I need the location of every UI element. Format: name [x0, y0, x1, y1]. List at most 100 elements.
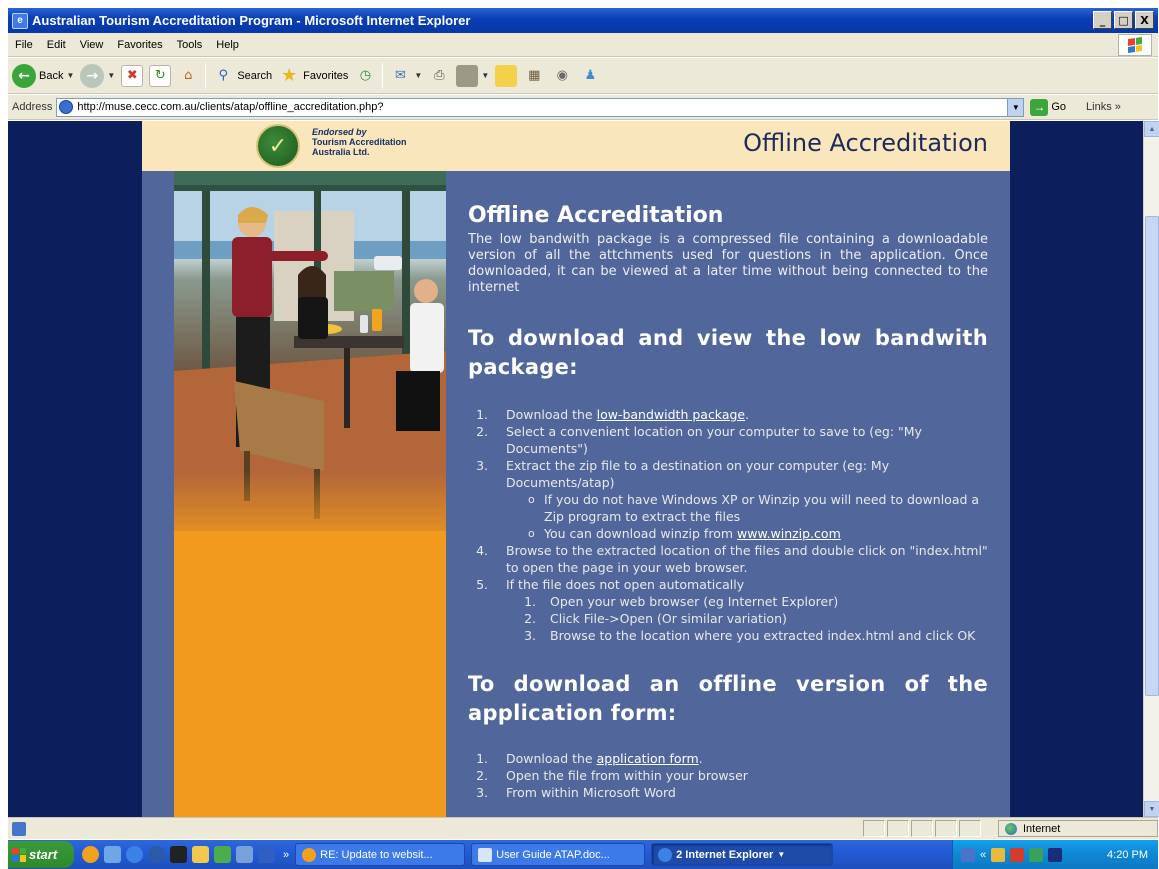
quicklaunch-word-icon[interactable] [258, 846, 275, 863]
sub-list-item: You can download winzip from www.winzip.… [528, 525, 988, 542]
quicklaunch-overflow-icon[interactable]: » [283, 849, 289, 861]
tray-collapse-icon[interactable]: « [980, 849, 986, 861]
left-margin-panel [142, 171, 174, 817]
address-input[interactable]: http://muse.cecc.com.au/clients/atap/off… [56, 97, 1025, 117]
window-controls: _ □ X [1093, 11, 1154, 29]
scroll-up-icon[interactable]: ▲ [1144, 121, 1159, 137]
edit-icon [456, 64, 479, 87]
quicklaunch-desktop-icon[interactable] [104, 846, 121, 863]
task-outlook[interactable]: RE: Update to websit... [295, 843, 466, 866]
menu-help[interactable]: Help [209, 39, 246, 51]
edit-dropdown-icon[interactable]: ▼ [481, 71, 489, 80]
address-bar: Address http://muse.cecc.com.au/clients/… [8, 95, 1158, 120]
list-item: Browse to the extracted location of the … [492, 542, 988, 576]
history-icon[interactable]: ◷ [354, 65, 376, 87]
windows-logo-icon [1118, 34, 1152, 56]
photo-fade [174, 471, 446, 531]
start-button[interactable]: start [8, 841, 74, 868]
low-bandwidth-steps: Download the low-bandwidth package. Sele… [492, 406, 988, 644]
quicklaunch-app-icon[interactable] [82, 846, 99, 863]
forward-dropdown-icon[interactable]: ▼ [107, 71, 115, 80]
task-word[interactable]: User Guide ATAP.doc... [471, 843, 646, 866]
status-panel [935, 820, 957, 837]
close-button[interactable]: X [1135, 11, 1154, 29]
vertical-scrollbar[interactable]: ▲ ▼ [1143, 121, 1159, 817]
sub-list-item: Browse to the location where you extract… [540, 627, 988, 644]
sub-list: If you do not have Windows XP or Winzip … [528, 491, 988, 542]
toolbar-separator [382, 62, 384, 89]
quicklaunch-tool-icon[interactable] [236, 846, 253, 863]
tray-app-icon[interactable] [991, 847, 1006, 862]
search-label: Search [237, 69, 273, 82]
quicklaunch-console-icon[interactable] [170, 846, 187, 863]
people-icon[interactable]: ♟ [579, 65, 601, 87]
status-panel [911, 820, 933, 837]
print-icon[interactable]: ⎙ [428, 65, 450, 87]
mail-button[interactable]: ✉ ▼ [389, 65, 422, 87]
scrollbar-thumb[interactable] [1145, 216, 1159, 696]
quicklaunch-folder-icon[interactable] [192, 846, 209, 863]
section-heading-application-form: To download an offline version of the ap… [468, 672, 988, 725]
search-icon: ⚲ [218, 68, 229, 83]
task-internet-explorer[interactable]: 2 Internet Explorer ▼ [651, 843, 834, 866]
tray-network-icon[interactable] [1029, 847, 1044, 862]
endorsed-by: Endorsed by [312, 127, 367, 137]
main-content: Offline Accreditation The low bandwith p… [446, 171, 1010, 817]
application-form-link[interactable]: application form [597, 751, 699, 766]
back-arrow-icon: ← [12, 63, 36, 88]
tray-display-icon[interactable] [1048, 847, 1063, 862]
maximize-button[interactable]: □ [1114, 11, 1133, 29]
quicklaunch-excel-icon[interactable] [214, 846, 231, 863]
menu-favorites[interactable]: Favorites [110, 39, 169, 51]
menu-file[interactable]: File [8, 39, 40, 51]
address-dropdown-icon[interactable]: ▼ [1007, 98, 1024, 116]
winzip-link[interactable]: www.winzip.com [737, 526, 841, 541]
system-tray: « 4:20 PM [952, 840, 1158, 869]
forward-button[interactable]: → ▼ [80, 63, 115, 88]
favorites-star-icon: ★ [281, 65, 298, 86]
scroll-down-icon[interactable]: ▼ [1144, 801, 1159, 817]
step-text: If the file does not open automatically [506, 577, 745, 592]
menu-view[interactable]: View [73, 39, 111, 51]
status-panel [887, 820, 909, 837]
stop-icon[interactable]: ✖ [121, 64, 144, 87]
favorites-button[interactable]: ★ Favorites [278, 65, 348, 87]
list-item: Download the low-bandwidth package. [492, 406, 988, 423]
tray-security-icon[interactable] [1010, 847, 1025, 862]
header-title: Offline Accreditation [743, 129, 988, 157]
clock[interactable]: 4:20 PM [1107, 849, 1148, 861]
mail-icon: ✉ [394, 68, 406, 83]
menu-tools[interactable]: Tools [170, 39, 210, 51]
list-item: Select a convenient location on your com… [492, 423, 988, 457]
refresh-icon[interactable]: ↻ [149, 64, 172, 87]
home-icon[interactable]: ⌂ [177, 65, 199, 87]
go-label: Go [1051, 101, 1067, 113]
mail-dropdown-icon[interactable]: ▼ [414, 71, 422, 80]
back-button[interactable]: ← Back ▼ [12, 63, 74, 88]
list-item: Extract the zip file to a destination on… [492, 457, 988, 542]
quicklaunch-media-icon[interactable] [148, 846, 165, 863]
minimize-button[interactable]: _ [1093, 11, 1112, 29]
web-page: ✓ Endorsed by Tourism Accreditation Aust… [142, 121, 1010, 817]
address-label: Address [12, 101, 53, 113]
links-button[interactable]: Links » [1086, 101, 1121, 113]
favorites-label: Favorites [303, 69, 349, 82]
address-url[interactable]: http://muse.cecc.com.au/clients/atap/off… [77, 101, 383, 113]
endorser-name-line1: Tourism Accreditation [312, 137, 407, 147]
edit-button[interactable]: ▼ [456, 64, 489, 87]
low-bandwidth-package-link[interactable]: low-bandwidth package [597, 407, 746, 422]
task-group-dropdown-icon[interactable]: ▼ [777, 850, 785, 859]
list-item: Open the file from within your browser [492, 767, 988, 784]
back-dropdown-icon[interactable]: ▼ [66, 71, 74, 80]
language-icon[interactable] [961, 847, 975, 862]
section-heading-low-bandwidth: To download and view the low bandwith pa… [468, 326, 988, 379]
quicklaunch-ie-icon[interactable] [126, 846, 143, 863]
go-button[interactable]: → Go [1030, 98, 1067, 116]
discuss-icon[interactable] [495, 64, 518, 87]
back-label: Back [39, 69, 64, 82]
menu-edit[interactable]: Edit [40, 39, 73, 51]
research-icon[interactable]: ▦ [523, 65, 545, 87]
search-button[interactable]: ⚲ Search [212, 65, 273, 87]
forward-arrow-icon: → [80, 63, 105, 88]
messenger-icon[interactable]: ◉ [551, 65, 573, 87]
